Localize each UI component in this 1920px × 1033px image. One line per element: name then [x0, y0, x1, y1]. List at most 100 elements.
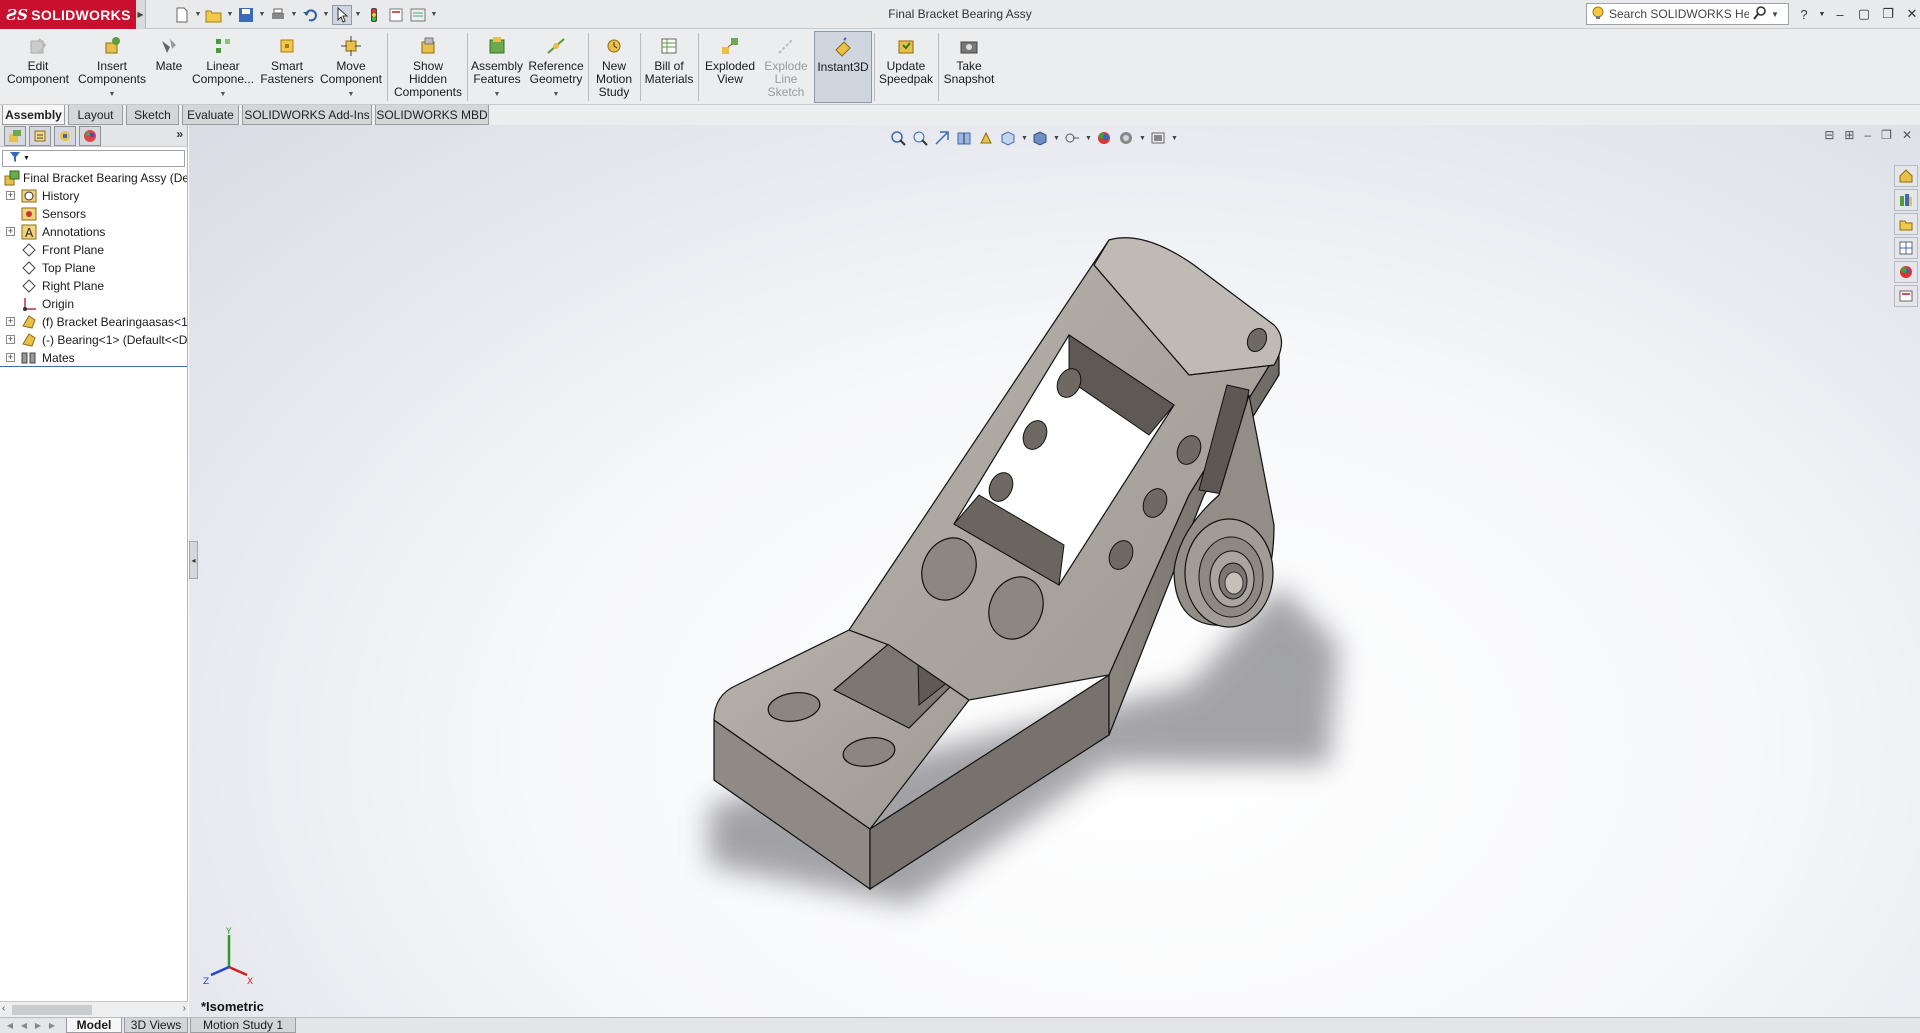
mates-icon	[21, 350, 37, 366]
search-icon[interactable]	[1753, 5, 1767, 23]
feature-tree-tab-icon[interactable]	[4, 125, 26, 146]
new-dropdown[interactable]: ▼	[194, 5, 202, 25]
solidworks-logo[interactable]: ƧS SOLIDWORKS	[0, 0, 136, 29]
options-icon[interactable]	[408, 5, 428, 25]
first-tab-arrow-icon[interactable]: ◀	[4, 1019, 16, 1032]
menu-expand-arrow[interactable]: ▶	[136, 0, 146, 29]
close-button[interactable]: ✕	[1902, 4, 1920, 24]
insert-components-dropdown[interactable]: ▼	[109, 88, 116, 101]
tree-root-assembly[interactable]: Final Bracket Bearing Assy (Def	[0, 169, 187, 187]
take-snapshot-button[interactable]: Take Snapshot	[940, 31, 998, 103]
linear-component-dropdown[interactable]: ▼	[220, 88, 227, 101]
select-dropdown[interactable]: ▼	[354, 5, 362, 25]
options-dropdown[interactable]: ▼	[430, 5, 438, 25]
tab-layout[interactable]: Layout	[68, 105, 123, 125]
tab-solidworks-mbd[interactable]: SOLIDWORKS MBD	[375, 105, 489, 125]
expand-toggle[interactable]: +	[6, 353, 15, 362]
open-dropdown[interactable]: ▼	[226, 5, 234, 25]
undo-dropdown[interactable]: ▼	[322, 5, 330, 25]
print-dropdown[interactable]: ▼	[290, 5, 298, 25]
minimize-button[interactable]: –	[1830, 4, 1850, 24]
tree-item-mates[interactable]: + Mates	[0, 349, 187, 367]
display-manager-tab-icon[interactable]	[79, 125, 101, 146]
undo-icon[interactable]	[300, 5, 320, 25]
feature-tree-horizontal-scrollbar[interactable]: ‹ ›	[0, 1001, 188, 1017]
exploded-view-button[interactable]: Exploded View	[700, 31, 760, 103]
scroll-right-arrow-icon[interactable]: ›	[183, 1003, 186, 1014]
move-component-dropdown[interactable]: ▼	[348, 88, 355, 101]
explode-line-sketch-button[interactable]: Explode Line Sketch	[760, 31, 812, 103]
expand-toggle[interactable]: +	[6, 227, 15, 236]
assembly-features-button[interactable]: Assembly Features ▼	[470, 31, 524, 103]
help-bulb-icon	[1591, 6, 1605, 23]
restore-button[interactable]: ▢	[1854, 4, 1874, 24]
tab-evaluate[interactable]: Evaluate	[182, 105, 239, 125]
configuration-manager-tab-icon[interactable]	[54, 125, 76, 146]
expand-toggle[interactable]: +	[6, 335, 15, 344]
instant3d-button[interactable]: Instant3D	[814, 31, 872, 103]
linear-component-pattern-button[interactable]: Linear Compone... ▼	[190, 31, 256, 103]
help-dropdown[interactable]: ▼	[1818, 4, 1826, 24]
tree-item-history[interactable]: + History	[0, 187, 187, 205]
edit-component-button[interactable]: Edit Component	[4, 31, 72, 103]
bill-of-materials-button[interactable]: Bill of Materials	[642, 31, 696, 103]
search-dropdown[interactable]: ▼	[1771, 10, 1779, 19]
mate-button[interactable]: Mate	[152, 31, 186, 103]
tree-item-front-plane[interactable]: Front Plane	[0, 241, 187, 259]
prev-tab-arrow-icon[interactable]: ◀	[18, 1019, 30, 1032]
reference-geometry-button[interactable]: Reference Geometry ▼	[526, 31, 586, 103]
tree-item-top-plane[interactable]: Top Plane	[0, 259, 187, 277]
expand-toggle[interactable]: +	[6, 191, 15, 200]
reference-geometry-dropdown[interactable]: ▼	[553, 88, 560, 101]
tree-item-origin[interactable]: Origin	[0, 295, 187, 313]
plane-icon	[21, 260, 37, 276]
select-cursor-icon[interactable]	[332, 4, 352, 25]
help-search-box[interactable]: ▼	[1586, 3, 1789, 25]
triad-z-axis	[210, 965, 230, 977]
tab-model[interactable]: Model	[66, 1018, 122, 1033]
property-manager-tab-icon[interactable]	[29, 125, 51, 146]
tree-item-bracket-part[interactable]: + (f) Bracket Bearingaasas<1>	[0, 313, 187, 331]
tree-item-right-plane[interactable]: Right Plane	[0, 277, 187, 295]
expand-panel-icon[interactable]: »	[176, 127, 183, 141]
tab-3d-views[interactable]: 3D Views	[124, 1018, 188, 1033]
insert-components-button[interactable]: Insert Components ▼	[76, 31, 148, 103]
assembly-features-dropdown[interactable]: ▼	[494, 88, 501, 101]
tree-item-label: History	[42, 189, 80, 203]
help-icon[interactable]: ?	[1794, 4, 1814, 24]
assembly-model-canvas[interactable]	[189, 125, 1920, 1017]
scrollbar-thumb[interactable]	[12, 1005, 92, 1015]
new-document-icon[interactable]	[172, 5, 192, 25]
expand-toggle[interactable]: +	[6, 317, 15, 326]
new-motion-study-label: New Motion Study	[595, 59, 633, 99]
filter-dropdown[interactable]: ▼	[23, 155, 30, 162]
move-component-button[interactable]: Move Component ▼	[318, 31, 384, 103]
tree-item-bearing-part[interactable]: + (-) Bearing<1> (Default<<D	[0, 331, 187, 349]
file-properties-icon[interactable]	[386, 5, 406, 25]
tile-button[interactable]: ❐	[1878, 4, 1898, 24]
next-tab-arrow-icon[interactable]: ▶	[32, 1019, 44, 1032]
new-motion-study-button[interactable]: New Motion Study	[590, 31, 638, 103]
update-speedpak-button[interactable]: Update Speedpak	[876, 31, 936, 103]
last-tab-arrow-icon[interactable]: ▶	[46, 1019, 58, 1032]
tree-item-sensors[interactable]: Sensors	[0, 205, 187, 223]
open-folder-icon[interactable]	[204, 5, 224, 25]
scroll-left-arrow-icon[interactable]: ‹	[2, 1003, 5, 1014]
show-hidden-components-button[interactable]: Show Hidden Components	[390, 31, 466, 103]
tab-sketch[interactable]: Sketch	[126, 105, 179, 125]
tree-item-annotations[interactable]: + A Annotations	[0, 223, 187, 241]
show-hidden-components-label: Show Hidden Components	[393, 59, 463, 99]
print-icon[interactable]	[268, 5, 288, 25]
smart-fasteners-button[interactable]: Smart Fasteners	[258, 31, 316, 103]
save-dropdown[interactable]: ▼	[258, 5, 266, 25]
tree-filter-field[interactable]: ▼	[2, 150, 185, 167]
tab-assembly[interactable]: Assembly	[2, 105, 65, 125]
camera-icon	[960, 41, 978, 54]
ds-logo-icon: ƧS	[6, 5, 29, 24]
rebuild-icon[interactable]	[364, 5, 384, 25]
graphics-viewport[interactable]: ◂ ▼ ▼ ▼ ▼ ▼ ⊟ ⊞ – ❐ ✕ Y X Z *Isometric	[189, 125, 1920, 1017]
help-search-input[interactable]	[1609, 7, 1749, 21]
tab-motion-study-1[interactable]: Motion Study 1	[190, 1018, 296, 1033]
save-icon[interactable]	[236, 5, 256, 25]
tab-solidworks-add-ins[interactable]: SOLIDWORKS Add-Ins	[242, 105, 372, 125]
